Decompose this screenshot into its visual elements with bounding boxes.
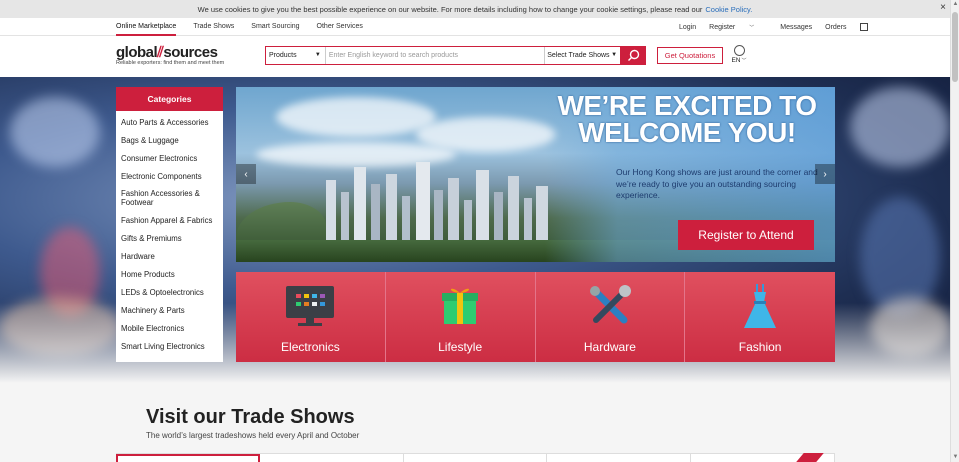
- tile-label: Lifestyle: [438, 340, 483, 354]
- category-item[interactable]: Fashion Accessories & Footwear: [121, 186, 223, 212]
- trade-show-cards: [116, 453, 835, 462]
- login-link[interactable]: Login: [679, 24, 696, 31]
- cookie-policy-link[interactable]: Cookie Policy.: [705, 5, 752, 14]
- category-item[interactable]: Electronic Components: [121, 168, 223, 186]
- search-icon: [627, 49, 639, 61]
- category-item[interactable]: Hardware: [121, 248, 223, 266]
- top-nav: Online Marketplace Trade Shows Smart Sou…: [0, 18, 950, 36]
- gift-icon: [442, 288, 479, 324]
- tile-electronics[interactable]: Electronics: [236, 272, 386, 362]
- search-input[interactable]: Enter English keyword to search products: [326, 47, 544, 64]
- chevron-down-icon: ﹀: [741, 58, 747, 64]
- section-title: Visit our Trade Shows: [146, 406, 355, 428]
- category-item[interactable]: Machinery & Parts: [121, 302, 223, 320]
- category-item[interactable]: Fashion Apparel & Fabrics: [121, 212, 223, 230]
- get-quotations-button[interactable]: Get Quotations: [657, 47, 723, 64]
- logo-global: global: [116, 44, 158, 61]
- chevron-down-icon: ﹀: [749, 24, 755, 31]
- scroll-up-icon[interactable]: ▲: [952, 0, 959, 9]
- globe-icon: [733, 45, 745, 56]
- search-category-select[interactable]: Products ▼: [266, 47, 326, 64]
- tv-icon: [286, 286, 335, 326]
- banner-headline-line2: WELCOME YOU!: [578, 117, 796, 148]
- trade-show-card[interactable]: [116, 454, 260, 462]
- section-subtitle: The world’s largest tradeshows held ever…: [146, 431, 360, 440]
- register-to-attend-button[interactable]: Register to Attend: [678, 220, 814, 250]
- cookie-banner: We use cookies to give you the best poss…: [0, 0, 950, 18]
- chevron-left-icon[interactable]: ‹: [236, 164, 256, 184]
- cookie-text: We use cookies to give you the best poss…: [197, 4, 703, 14]
- search-category-value: Products: [269, 52, 297, 59]
- trade-show-select[interactable]: Select Trade Shows ▼: [544, 47, 620, 64]
- messages-link[interactable]: Messages: [780, 24, 812, 31]
- category-item[interactable]: LEDs & Optoelectronics: [121, 284, 223, 302]
- dress-icon: [744, 284, 777, 328]
- chevron-right-icon[interactable]: ›: [815, 164, 835, 184]
- nav-online-marketplace[interactable]: Online Marketplace: [116, 18, 177, 36]
- trade-show-card[interactable]: [547, 454, 692, 462]
- tile-lifestyle[interactable]: Lifestyle: [385, 272, 536, 362]
- close-icon[interactable]: ×: [940, 2, 946, 13]
- category-item[interactable]: Auto Parts & Accessories: [121, 114, 223, 132]
- orders-link[interactable]: Orders: [825, 24, 846, 31]
- banner-copy: Our Hong Kong shows are just around the …: [616, 167, 818, 200]
- register-link[interactable]: Register ﹀: [709, 24, 767, 31]
- nav-trade-shows[interactable]: Trade Shows: [193, 18, 234, 36]
- tools-icon: [589, 285, 631, 324]
- scroll-down-icon[interactable]: ▼: [952, 453, 959, 462]
- nav-smart-sourcing[interactable]: Smart Sourcing: [251, 18, 299, 36]
- tile-label: Electronics: [281, 340, 340, 354]
- logo-tagline: Reliable exporters: find them and meet t…: [116, 60, 225, 66]
- chevron-down-icon: ▼: [314, 52, 321, 58]
- banner-headline: WE’RE EXCITED TO WELCOME YOU!: [541, 90, 833, 148]
- tile-label: Fashion: [738, 340, 782, 354]
- site-header: global⫽sources Reliable exporters: find …: [0, 36, 950, 77]
- nav-other-services[interactable]: Other Services: [317, 18, 363, 36]
- tile-label: Hardware: [583, 340, 636, 354]
- category-item[interactable]: Mobile Electronics: [121, 320, 223, 338]
- categories-title: Categories: [116, 87, 223, 111]
- tile-hardware[interactable]: Hardware: [535, 272, 686, 362]
- search-button[interactable]: [620, 46, 646, 65]
- trade-show-card[interactable]: [404, 454, 548, 462]
- category-item[interactable]: Bags & Luggage: [121, 132, 223, 150]
- trade-show-card[interactable]: [260, 454, 404, 462]
- cart-icon[interactable]: [859, 23, 868, 31]
- language-label: EN: [731, 57, 741, 64]
- page-scrollbar[interactable]: ▲ ▼: [950, 0, 959, 462]
- logo-sources: sources: [163, 44, 218, 61]
- search-bar: Products ▼ Enter English keyword to sear…: [265, 46, 646, 65]
- category-tiles: Electronics Lifestyle Hardware Fashion: [236, 272, 835, 362]
- register-label: Register: [709, 23, 736, 31]
- category-item[interactable]: Consumer Electronics: [121, 150, 223, 168]
- scroll-thumb[interactable]: [952, 12, 958, 82]
- tile-fashion[interactable]: Fashion: [685, 272, 835, 362]
- language-selector[interactable]: EN﹀: [731, 45, 747, 64]
- banner-headline-line1: WE’RE EXCITED TO: [557, 90, 817, 121]
- category-item[interactable]: Smart Living Electronics: [121, 338, 223, 356]
- category-item[interactable]: Gifts & Premiums: [121, 230, 223, 248]
- chevron-down-icon: ▼: [611, 52, 618, 58]
- category-item[interactable]: Home Products: [121, 266, 223, 284]
- categories-menu: Categories Auto Parts & Accessories Bags…: [116, 87, 223, 362]
- hero-banner[interactable]: WE’RE EXCITED TO WELCOME YOU! Our Hong K…: [236, 87, 835, 262]
- trade-show-value: Select Trade Shows: [547, 52, 610, 59]
- logo[interactable]: global⫽sources Reliable exporters: find …: [116, 44, 224, 66]
- trade-shows-section: Visit our Trade Shows The world’s larges…: [0, 383, 950, 462]
